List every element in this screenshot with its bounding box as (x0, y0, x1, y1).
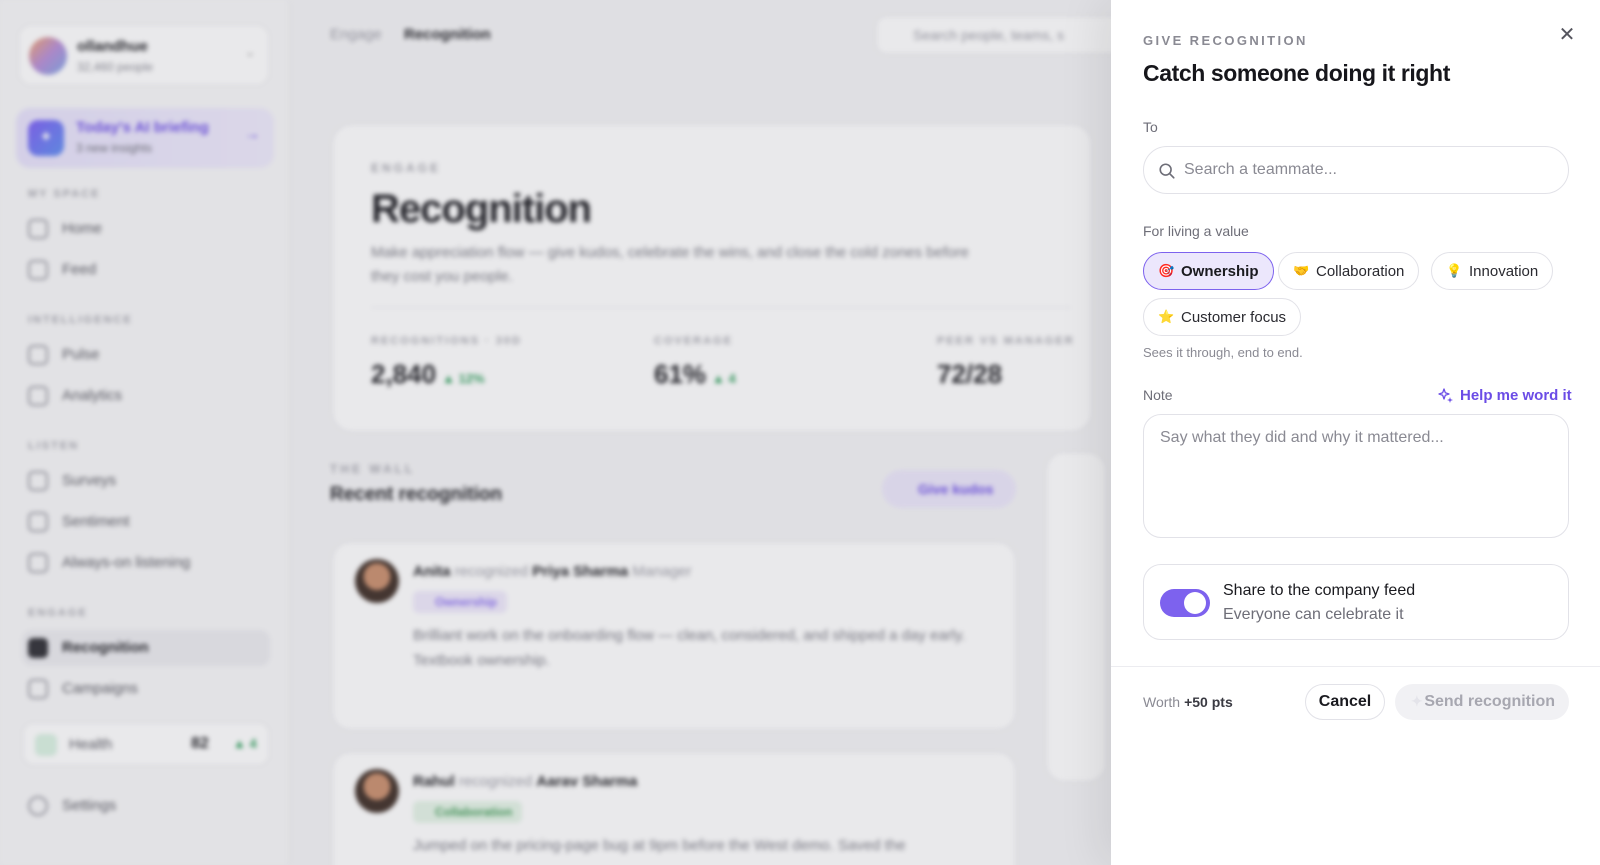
drawer-kicker: GIVE RECOGNITION (1143, 33, 1308, 48)
note-label: Note (1143, 387, 1173, 403)
teammate-search-input[interactable] (1184, 147, 1554, 193)
target-icon: 🎯 (1158, 263, 1175, 278)
handshake-icon: 🤝 (1293, 263, 1310, 278)
sparkle-icon (1438, 387, 1453, 403)
send-label: Send recognition (1424, 693, 1555, 710)
send-recognition-button[interactable]: ✦ Send recognition (1395, 684, 1569, 720)
points-worth: Worth +50 pts (1143, 694, 1233, 710)
share-to-feed-option: Share to the company feed Everyone can c… (1143, 564, 1569, 640)
share-title: Share to the company feed (1223, 582, 1416, 599)
value-chip-collaboration[interactable]: 🤝 Collaboration (1278, 252, 1420, 290)
note-box[interactable] (1143, 414, 1569, 538)
value-chip-innovation[interactable]: 💡 Innovation (1431, 252, 1554, 290)
lightbulb-icon: 💡 (1446, 263, 1463, 278)
cancel-button[interactable]: Cancel (1305, 684, 1385, 720)
worth-label: Worth (1143, 694, 1181, 710)
share-subtitle: Everyone can celebrate it (1223, 606, 1404, 623)
chip-label: Ownership (1181, 262, 1259, 280)
value-hint: Sees it through, end to end. (1143, 345, 1303, 360)
search-icon (1159, 163, 1175, 179)
drawer-title: Catch someone doing it right (1143, 60, 1450, 86)
give-recognition-drawer: GIVE RECOGNITION Catch someone doing it … (1111, 0, 1600, 865)
worth-value: +50 pts (1184, 694, 1233, 710)
to-label: To (1143, 119, 1158, 135)
note-textarea[interactable] (1160, 429, 1554, 525)
sparkle-icon: ✦ (1411, 693, 1423, 709)
chip-label: Innovation (1469, 262, 1539, 280)
chip-label: Collaboration (1316, 262, 1405, 280)
star-icon: ⭐ (1158, 309, 1175, 324)
value-chip-ownership[interactable]: 🎯 Ownership (1143, 252, 1274, 290)
help-me-word-it-button[interactable]: Help me word it (1438, 387, 1572, 404)
teammate-search[interactable] (1143, 146, 1569, 194)
value-label: For living a value (1143, 223, 1249, 239)
share-toggle[interactable] (1160, 589, 1210, 617)
footer-divider (1111, 666, 1600, 667)
help-label: Help me word it (1460, 387, 1572, 404)
value-chip-customer-focus[interactable]: ⭐ Customer focus (1143, 298, 1302, 336)
toggle-knob (1184, 592, 1206, 614)
chip-label: Customer focus (1181, 308, 1287, 326)
close-icon[interactable]: ✕ (1554, 22, 1580, 48)
